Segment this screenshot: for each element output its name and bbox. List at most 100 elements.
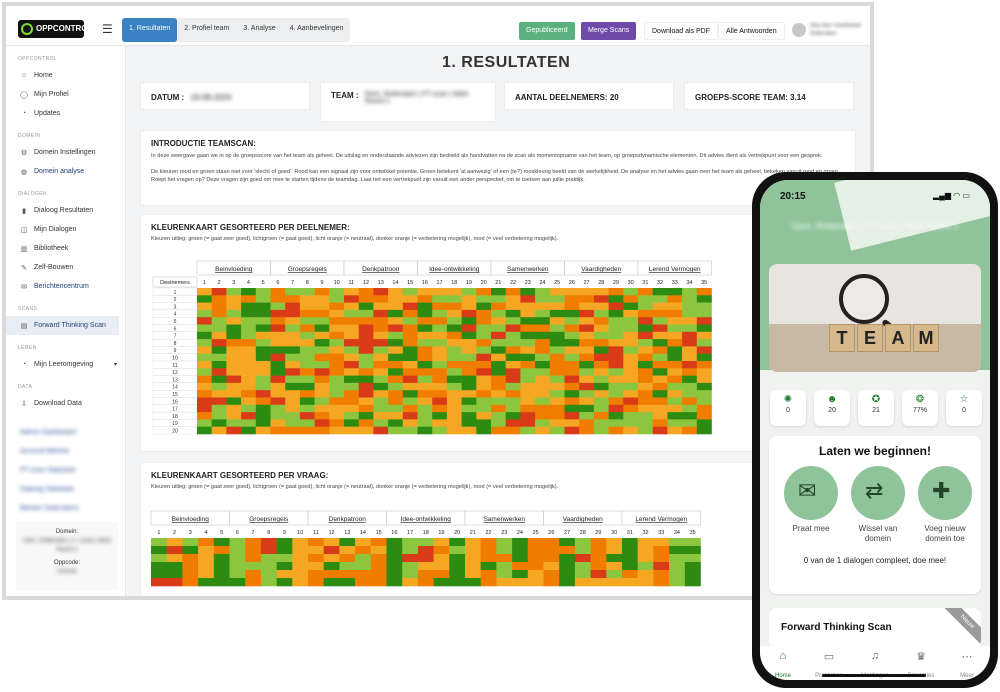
all-answers-button[interactable]: Alle Antwoorden [718, 22, 785, 40]
sidebar-item-mijn-leeromgeving[interactable]: ◔ Mijn Leeromgeving ▾ [6, 355, 125, 374]
stat-idea[interactable]: ✪ 21 [858, 390, 894, 426]
heatmap-cell [255, 375, 271, 384]
option-praat-mee[interactable]: ✉ Praat mee [781, 466, 841, 544]
heatmap-cell [373, 288, 389, 296]
sidebar: OPPCONTROL ⌂ Home ◯ Mijn Profiel ◔ Updates DOME… [6, 46, 126, 596]
heatmap-cell [535, 346, 551, 354]
row-label: 16 [172, 399, 178, 405]
nav-meer[interactable]: ⋯ Meer [947, 650, 987, 680]
sidebar-item-mijn-profiel[interactable]: ◯ Mijn Profiel [6, 85, 125, 104]
question-number: 22 [510, 280, 516, 286]
stat-people[interactable]: ☻ 20 [814, 390, 850, 426]
heatmap-cell [245, 570, 262, 579]
forward-thinking-card[interactable]: Forward Thinking Scan Nieuw [769, 608, 981, 648]
heatmap-cell [432, 331, 448, 340]
tab-analyse[interactable]: 3. Analyse [236, 18, 282, 42]
sidebar-item-berichtencentrum[interactable]: ✉ Berichtencentrum [6, 277, 125, 296]
sidebar-item-domein-instellingen[interactable]: ⚙ Domein Instellingen [6, 143, 125, 162]
heatmap-cell [402, 361, 418, 369]
heatmap-cell [549, 375, 565, 384]
merge-scans-button[interactable]: Merge Scans [581, 22, 637, 40]
heatmap-cell [433, 562, 450, 571]
option-voeg-nieuw-domein-toe[interactable]: ✚ Voeg nieuw domein toe [915, 466, 975, 544]
row-label: 2 [174, 297, 177, 303]
heatmap-cell [564, 309, 580, 318]
bell-icon: ♫ [870, 650, 880, 662]
heatmap-cell [344, 397, 359, 406]
sidebar-item-home[interactable]: ⌂ Home [6, 66, 125, 85]
heatmap-cell [370, 562, 387, 571]
sidebar-item-zelf-bouwen[interactable]: ✎ Zelf-Bouwen [6, 258, 125, 277]
brand-logo[interactable]: OPPCONTROL [18, 20, 92, 38]
sidebar-domain-info: Domein: Gem. Rotterdam | FT-scan | M&A N… [16, 522, 118, 590]
row-label: 8 [174, 341, 177, 347]
heatmap-cell [402, 554, 419, 563]
heatmap-cell [579, 419, 595, 427]
heatmap-cell [623, 302, 639, 311]
menu-icon[interactable]: ☰ [102, 22, 113, 36]
heatmap-cell [638, 382, 653, 391]
sidebar-item-mijn-dialogen[interactable]: ◫ Mijn Dialogen [6, 220, 125, 239]
sidebar-item-updates[interactable]: ◔ Updates [6, 104, 125, 123]
heatmap-cell [608, 324, 624, 333]
avatar[interactable] [792, 23, 806, 37]
heatmap-cell [667, 426, 683, 435]
heatmap-cell [696, 324, 712, 333]
heatmap-cell [593, 375, 609, 384]
heatmap-cell [623, 288, 639, 296]
heatmap-cell [496, 538, 513, 547]
begin-card: Laten we beginnen! ✉ Praat mee ⇄ Wissel van… [769, 436, 981, 594]
heatmap-cell [197, 353, 212, 362]
sidebar-item-admin[interactable]: Account Beheer [6, 442, 125, 461]
tab-aanbevelingen[interactable]: 4. Aanbevelingen [283, 18, 351, 42]
sidebar-item-admin[interactable]: FT-scan Statistiek [6, 461, 125, 480]
question-number: 32 [642, 530, 648, 536]
sidebar-item-label: Home [34, 72, 53, 79]
heatmap-cell [402, 404, 418, 413]
heatmap-cell [684, 578, 701, 587]
heatmap-cell [299, 375, 315, 384]
sidebar-item-admin[interactable]: Beheer Gebruikers [6, 499, 125, 518]
sidebar-item-domein-analyse[interactable]: ◍ Domein analyse [6, 162, 125, 181]
heatmap-cell [520, 390, 536, 398]
heatmap-cell [373, 346, 389, 354]
question-number: 35 [701, 280, 707, 286]
heatmap-cell [491, 353, 506, 362]
heatmap-cell [564, 324, 580, 333]
heatmap-cell [696, 375, 712, 384]
heatmap-cell [270, 324, 286, 333]
sidebar-item-dialoog-resultaten[interactable]: ▮ Dialoog Resultaten [6, 201, 125, 220]
heatmap-cell [559, 562, 576, 571]
heatmap-cell [229, 570, 246, 579]
sidebar-item-icon: ⌂ [21, 72, 27, 79]
tab-profiel-team[interactable]: 2. Profiel team [177, 18, 236, 42]
stat-star[interactable]: ☆ 0 [946, 390, 982, 426]
heatmap-cell [299, 331, 315, 340]
sidebar-item-forward-thinking-scan[interactable]: ▤ Forward Thinking Scan [6, 316, 119, 335]
heatmap-cell [241, 368, 257, 376]
sidebar-item-admin[interactable]: Admin Dashboard [6, 423, 125, 442]
heatmap-cell [386, 570, 403, 579]
stat-brain[interactable]: ❂ 77% [902, 390, 938, 426]
sidebar-item-download-data[interactable]: ⇩ Download Data [6, 394, 125, 413]
heatmap-cell [491, 288, 506, 296]
heatmap-cell [623, 331, 639, 340]
phone-screen: 20:15 ▂▄▆ ◠ ▭ Gem. Rotterdam | FT-scan |… [760, 180, 990, 680]
heatmap-cell [226, 404, 242, 413]
question-number: 28 [598, 280, 604, 286]
nav-home[interactable]: ⌂ Home [763, 650, 803, 680]
stat-bulb-group[interactable]: ✺ 0 [770, 390, 806, 426]
heatmap-cell [520, 419, 536, 427]
sidebar-item-admin[interactable]: Dialoog Statistiek [6, 480, 125, 499]
heatmap-cell [549, 353, 565, 362]
option-wissel-van-domein[interactable]: ⇄ Wissel van domein [848, 466, 908, 544]
download-pdf-button[interactable]: Download als PDF [644, 22, 718, 40]
heatmap-cell [226, 382, 242, 391]
heatmap-cell [241, 331, 257, 340]
sidebar-section-title: SCANS [18, 306, 38, 312]
published-button[interactable]: Gepubliceerd [519, 22, 575, 40]
tab-resultaten[interactable]: 1. Resultaten [122, 18, 178, 42]
sidebar-item-icon: ✎ [21, 264, 27, 272]
heatmap-cell [270, 346, 286, 354]
sidebar-item-bibliotheek[interactable]: ▥ Bibliotheek [6, 239, 125, 258]
